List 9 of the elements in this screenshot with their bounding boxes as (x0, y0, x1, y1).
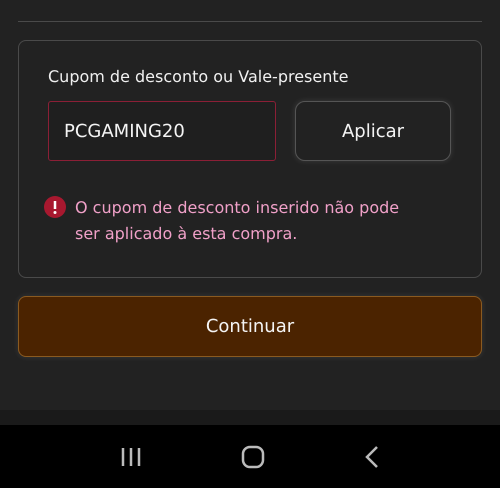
back-icon[interactable] (364, 444, 380, 468)
apply-button[interactable]: Aplicar (295, 101, 451, 161)
home-icon[interactable] (240, 444, 265, 468)
error-icon (44, 196, 66, 218)
error-message: O cupom de desconto inserido não pode ser aplicado à esta compra. (75, 197, 400, 245)
continue-button[interactable]: Continuar (18, 296, 482, 357)
recent-apps-icon[interactable] (120, 446, 142, 468)
coupon-input-field[interactable]: PCGAMING20 (48, 101, 276, 161)
coupon-label: Cupom de desconto ou Vale-presente (48, 66, 350, 88)
